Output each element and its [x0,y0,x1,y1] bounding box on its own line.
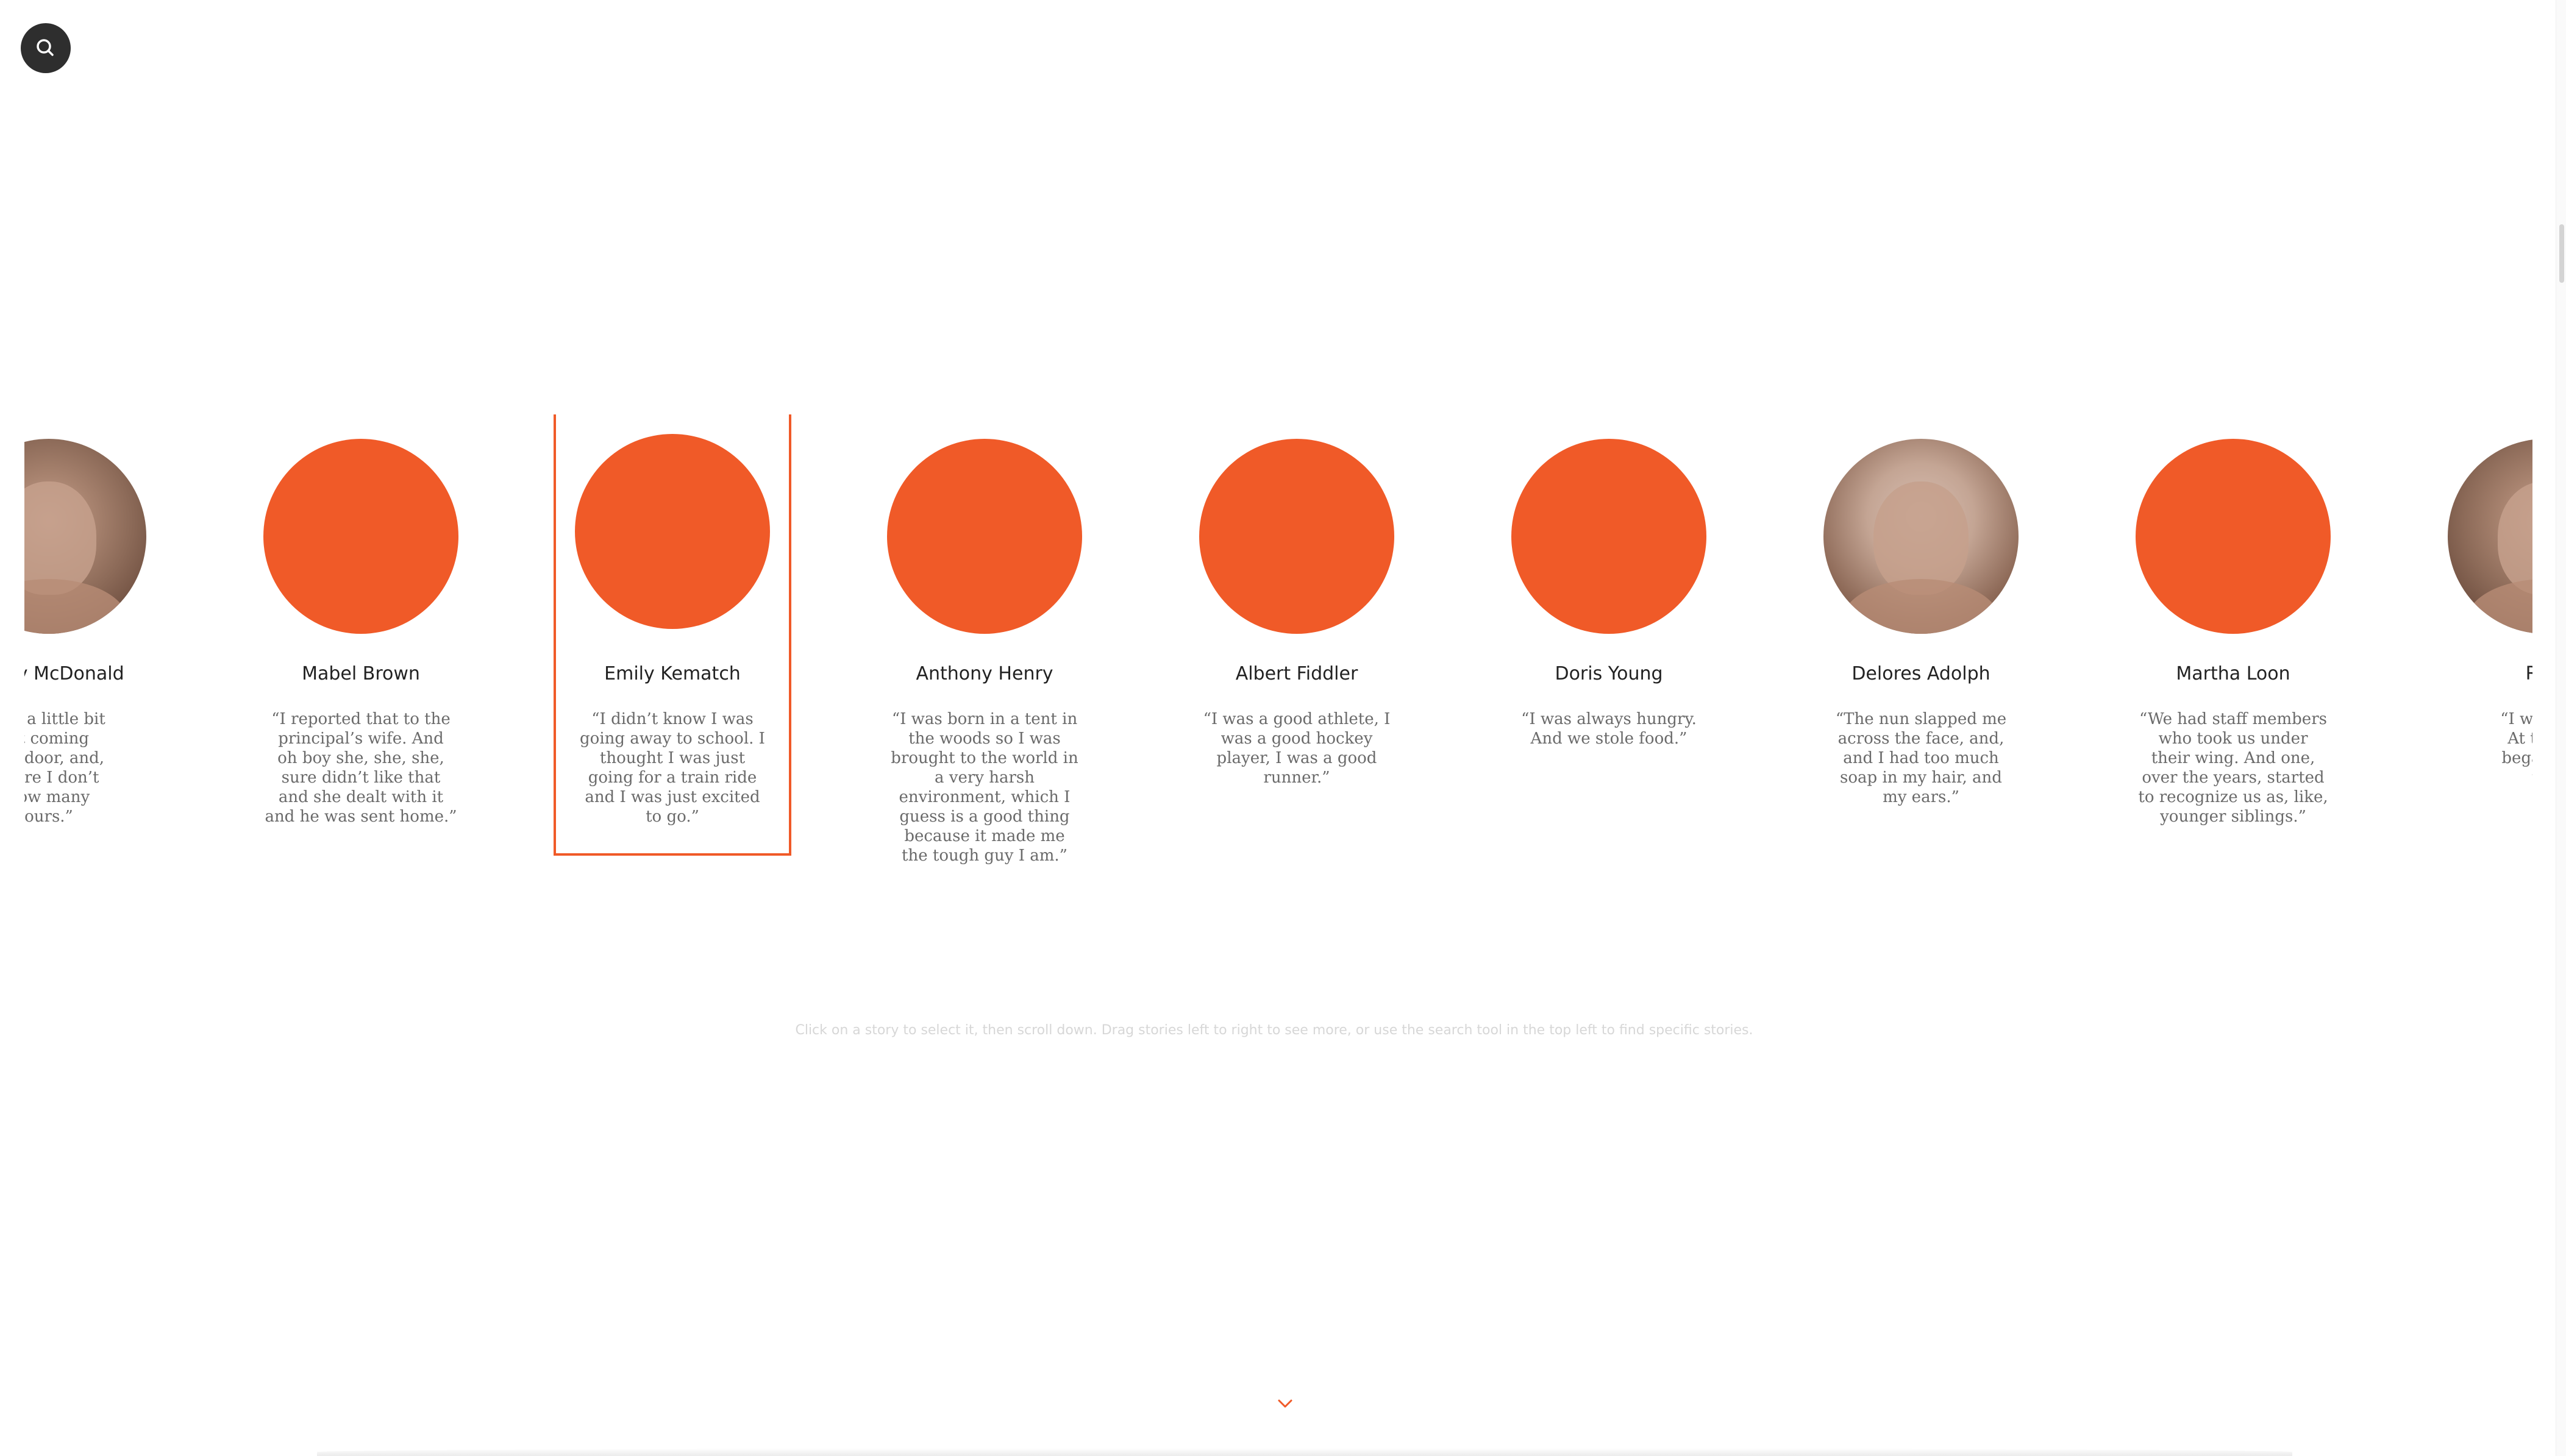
story-quote: “I didn’t know I was going away to schoo… [580,710,765,826]
page-scrollbar[interactable] [2556,0,2566,1456]
story-name: Emily Kematch [604,663,741,684]
story-quote: “We had staff members who took us under … [2138,710,2328,826]
scrollbar-thumb[interactable] [2559,224,2564,283]
stories-carousel[interactable]: basay McDonald just a little bit ht comi… [24,414,2532,878]
avatar [1199,439,1394,634]
avatar [2136,439,2331,634]
story-quote: “I reported that to the principal’s wife… [265,710,457,826]
avatar [263,439,458,634]
avatar [1511,439,1706,634]
scroll-down-button[interactable] [1274,1396,1296,1410]
avatar [887,439,1082,634]
story-card-mabel-brown[interactable]: Mabel Brown “I reported that to the prin… [242,414,480,861]
story-quote: “I was twel At twelve began drin to f [2500,710,2532,787]
story-quote: “I was born in a tent in the woods so I … [891,710,1078,865]
story-name: Doris Young [1555,663,1663,684]
story-card-delores-adolph[interactable]: Delores Adolph “The nun slapped me acros… [1802,414,2040,861]
avatar [24,439,146,634]
story-quote: “I was always hungry. And we stole food.… [1521,710,1697,748]
story-name: Mabel Brown [302,663,420,684]
story-quote: “I was a good athlete, I was a good hock… [1203,710,1391,787]
avatar [2448,439,2532,634]
story-card-anthony-henry[interactable]: Anthony Henry “I was born in a tent in t… [866,414,1103,865]
bottom-panel-edge [317,1448,2292,1456]
story-name: basay McDonald [24,663,124,684]
search-button[interactable] [21,23,71,73]
story-quote: just a little bit ht coming hat door, an… [24,710,105,826]
story-name: Martha Loon [2176,663,2290,684]
chevron-down-icon [1274,1396,1296,1413]
story-card-albert-fiddler[interactable]: Albert Fiddler “I was a good athlete, I … [1178,414,1416,861]
story-quote: “The nun slapped me across the face, and… [1835,710,2007,806]
story-name: Anthony Henry [916,663,1053,684]
avatar [1823,439,2019,634]
story-card-rich[interactable]: Rich “I was twel At twelve began drin to… [2426,414,2532,861]
instruction-text: Click on a story to select it, then scro… [795,1023,1753,1038]
story-name: Rich [2525,663,2532,684]
avatar [575,434,770,629]
search-icon [34,36,58,60]
story-name: Albert Fiddler [1235,663,1358,684]
story-name: Delores Adolph [1851,663,1990,684]
story-card-abasay-mcdonald[interactable]: basay McDonald just a little bit ht comi… [24,414,168,861]
story-card-martha-loon[interactable]: Martha Loon “We had staff members who to… [2114,414,2352,861]
story-card-emily-kematch[interactable]: Emily Kematch “I didn’t know I was going… [554,414,791,856]
story-card-doris-young[interactable]: Doris Young “I was always hungry. And we… [1490,414,1728,861]
